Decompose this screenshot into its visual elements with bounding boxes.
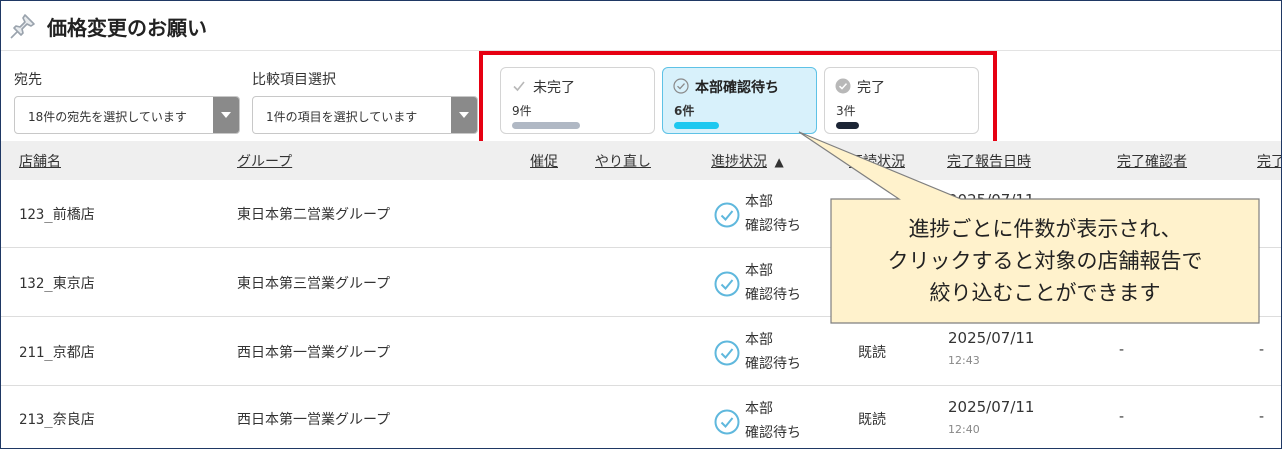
table-row[interactable]: 213_奈良店 西日本第一営業グループ 本部確認待ち 既読 2025/07/11… [1, 387, 1281, 448]
read-status: 既読 [858, 345, 886, 361]
sort-ascending-icon: ▲ [774, 155, 784, 169]
confirmer: - [1119, 409, 1125, 425]
read-status: 既読 [858, 412, 886, 428]
group-name: 東日本第二営業グループ [237, 207, 391, 223]
compare-label: 比較項目選択 [252, 72, 336, 88]
chevron-down-icon[interactable] [213, 97, 239, 133]
column-redo[interactable]: やり直し [595, 151, 651, 171]
callout-text: 進捗ごとに件数が表示され、 クリックすると対象の店舗報告で 絞り込むことができま… [831, 213, 1259, 309]
progress-status-line: 確認待ち [745, 287, 801, 303]
progress-status: 本部 確認待ち [745, 397, 801, 445]
completion-date: 2025/07/11 [948, 191, 1035, 209]
page-title: 価格変更のお願い [47, 16, 207, 40]
progress-status: 本部 確認待ち [745, 259, 801, 307]
confirmer: - [1119, 342, 1125, 358]
group-name: 東日本第三営業グループ [237, 276, 391, 292]
progress-status-line: 確認待ち [745, 218, 801, 234]
chevron-down-icon[interactable] [451, 97, 477, 133]
circle-check-icon [714, 340, 740, 366]
progress-status: 本部 確認待ち [745, 190, 801, 238]
circle-check-icon [714, 202, 740, 228]
compare-select-value: 1件の項目を選択しています [266, 110, 418, 124]
completion-cell: - [1259, 342, 1265, 358]
progress-status-line: 本部 [745, 263, 773, 279]
highlight-frame [479, 51, 997, 152]
compare-select[interactable]: 1件の項目を選択しています [252, 96, 478, 134]
destination-select[interactable]: 18件の宛先を選択しています [14, 96, 240, 134]
column-progress-label: 進捗状況 [711, 154, 767, 170]
callout-line: 進捗ごとに件数が表示され、 [908, 217, 1182, 241]
column-completion[interactable]: 完了 [1257, 151, 1281, 171]
column-group[interactable]: グループ [237, 151, 292, 171]
page-header: 価格変更のお願い [1, 1, 1281, 51]
screen: 価格変更のお願い 宛先 18件の宛先を選択しています 比較項目選択 1件の項目を… [0, 0, 1282, 449]
circle-check-icon [714, 409, 740, 435]
table-row[interactable]: 211_京都店 西日本第一営業グループ 本部確認待ち 既読 2025/07/11… [1, 318, 1281, 386]
completion-date: 2025/07/11 [948, 398, 1035, 416]
completion-cell: - [1259, 409, 1265, 425]
column-progress[interactable]: 進捗状況 ▲ [711, 151, 784, 171]
callout-line: 絞り込むことができます [929, 281, 1161, 305]
column-read-status[interactable]: 既読状況 [849, 151, 905, 171]
column-confirmer[interactable]: 完了確認者 [1117, 151, 1187, 171]
group-name: 西日本第一営業グループ [237, 412, 391, 428]
store-name: 211_京都店 [19, 345, 95, 361]
store-name: 132_東京店 [19, 276, 95, 292]
completion-date: 2025/07/11 [948, 329, 1035, 347]
completion-time: 12:40 [948, 423, 980, 436]
column-completion-datetime[interactable]: 完了報告日時 [947, 151, 1031, 171]
store-name: 123_前橋店 [19, 207, 95, 223]
progress-status-line: 本部 [745, 401, 773, 417]
progress-status-line: 本部 [745, 332, 773, 348]
column-reminder[interactable]: 催促 [530, 151, 558, 171]
progress-status-line: 確認待ち [745, 356, 801, 372]
column-store-name[interactable]: 店舗名 [19, 151, 61, 171]
table-header: 店舗名 グループ 催促 やり直し 進捗状況 ▲ 既読状況 完了報告日時 完了確認… [1, 141, 1281, 180]
destination-label: 宛先 [14, 72, 42, 88]
group-name: 西日本第一営業グループ [237, 345, 391, 361]
progress-status-line: 確認待ち [745, 425, 801, 441]
store-name: 213_奈良店 [19, 412, 95, 428]
progress-status: 本部 確認待ち [745, 328, 801, 376]
circle-check-icon [714, 271, 740, 297]
callout-line: クリックすると対象の店舗報告で [887, 249, 1203, 273]
completion-time: 12:43 [948, 354, 980, 367]
destination-select-value: 18件の宛先を選択しています [28, 110, 187, 124]
progress-status-line: 本部 [745, 194, 773, 210]
pin-icon [10, 14, 35, 39]
